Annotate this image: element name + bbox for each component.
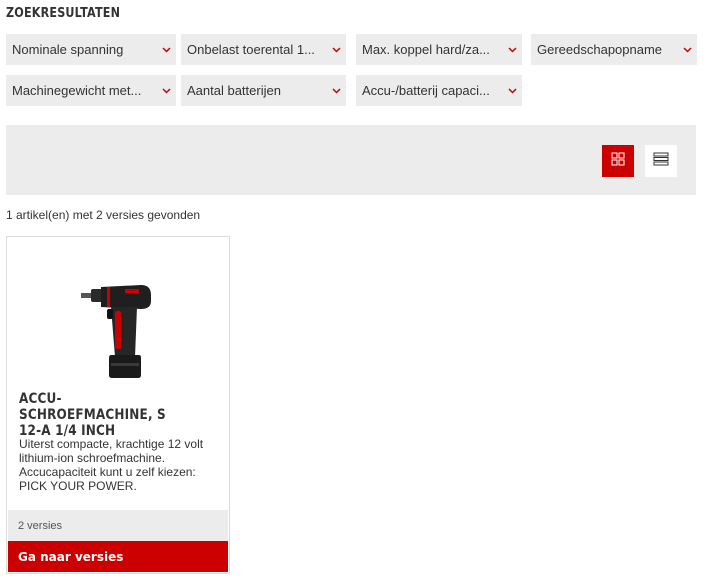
filter-accu-capaciteit[interactable]: Accu-/batterij capaci... — [356, 75, 522, 106]
filter-machinegewicht[interactable]: Machinegewicht met... — [6, 75, 176, 106]
filter-label: Aantal batterijen — [187, 83, 281, 98]
filter-aantal-batterijen[interactable]: Aantal batterijen — [181, 75, 346, 106]
screwdriver-image — [81, 285, 151, 378]
grid-view-button[interactable] — [602, 145, 634, 177]
list-view-button[interactable] — [645, 145, 677, 177]
versions-count: 2 versies — [8, 510, 228, 541]
list-view-icon — [653, 152, 669, 171]
go-to-versions-button[interactable]: Ga naar versies — [8, 541, 228, 572]
product-image[interactable] — [77, 259, 157, 389]
filter-nominale-spanning[interactable]: Nominale spanning — [6, 34, 176, 65]
filter-label: Max. koppel hard/za... — [362, 42, 490, 57]
filter-gereedschapopname[interactable]: Gereedschapopname — [531, 34, 697, 65]
chevron-down-icon — [502, 46, 522, 53]
result-count: 1 artikel(en) met 2 versies gevonden — [6, 208, 201, 222]
filter-max-koppel[interactable]: Max. koppel hard/za... — [356, 34, 522, 65]
chevron-down-icon — [156, 87, 176, 94]
grid-view-icon — [611, 152, 625, 171]
chevron-down-icon — [677, 46, 697, 53]
chevron-down-icon — [326, 87, 346, 94]
product-card[interactable]: ACCU-SCHROEFMACHINE, S 12-A 1/4 INCH Uit… — [6, 236, 230, 574]
page-title: ZOEKRESULTATEN — [6, 6, 121, 21]
filter-label: Gereedschapopname — [537, 42, 663, 57]
filter-onbelast-toerental[interactable]: Onbelast toerental 1... — [181, 34, 346, 65]
filter-label: Machinegewicht met... — [12, 83, 142, 98]
chevron-down-icon — [502, 87, 522, 94]
view-toggle-bar — [6, 125, 696, 195]
filter-label: Onbelast toerental 1... — [187, 42, 315, 57]
filter-label: Nominale spanning — [12, 42, 124, 57]
product-description: Uiterst compacte, krachtige 12 volt lith… — [19, 437, 204, 493]
chevron-down-icon — [326, 46, 346, 53]
filter-label: Accu-/batterij capaci... — [362, 83, 490, 98]
product-title[interactable]: ACCU-SCHROEFMACHINE, S 12-A 1/4 INCH — [19, 391, 191, 439]
chevron-down-icon — [156, 46, 176, 53]
